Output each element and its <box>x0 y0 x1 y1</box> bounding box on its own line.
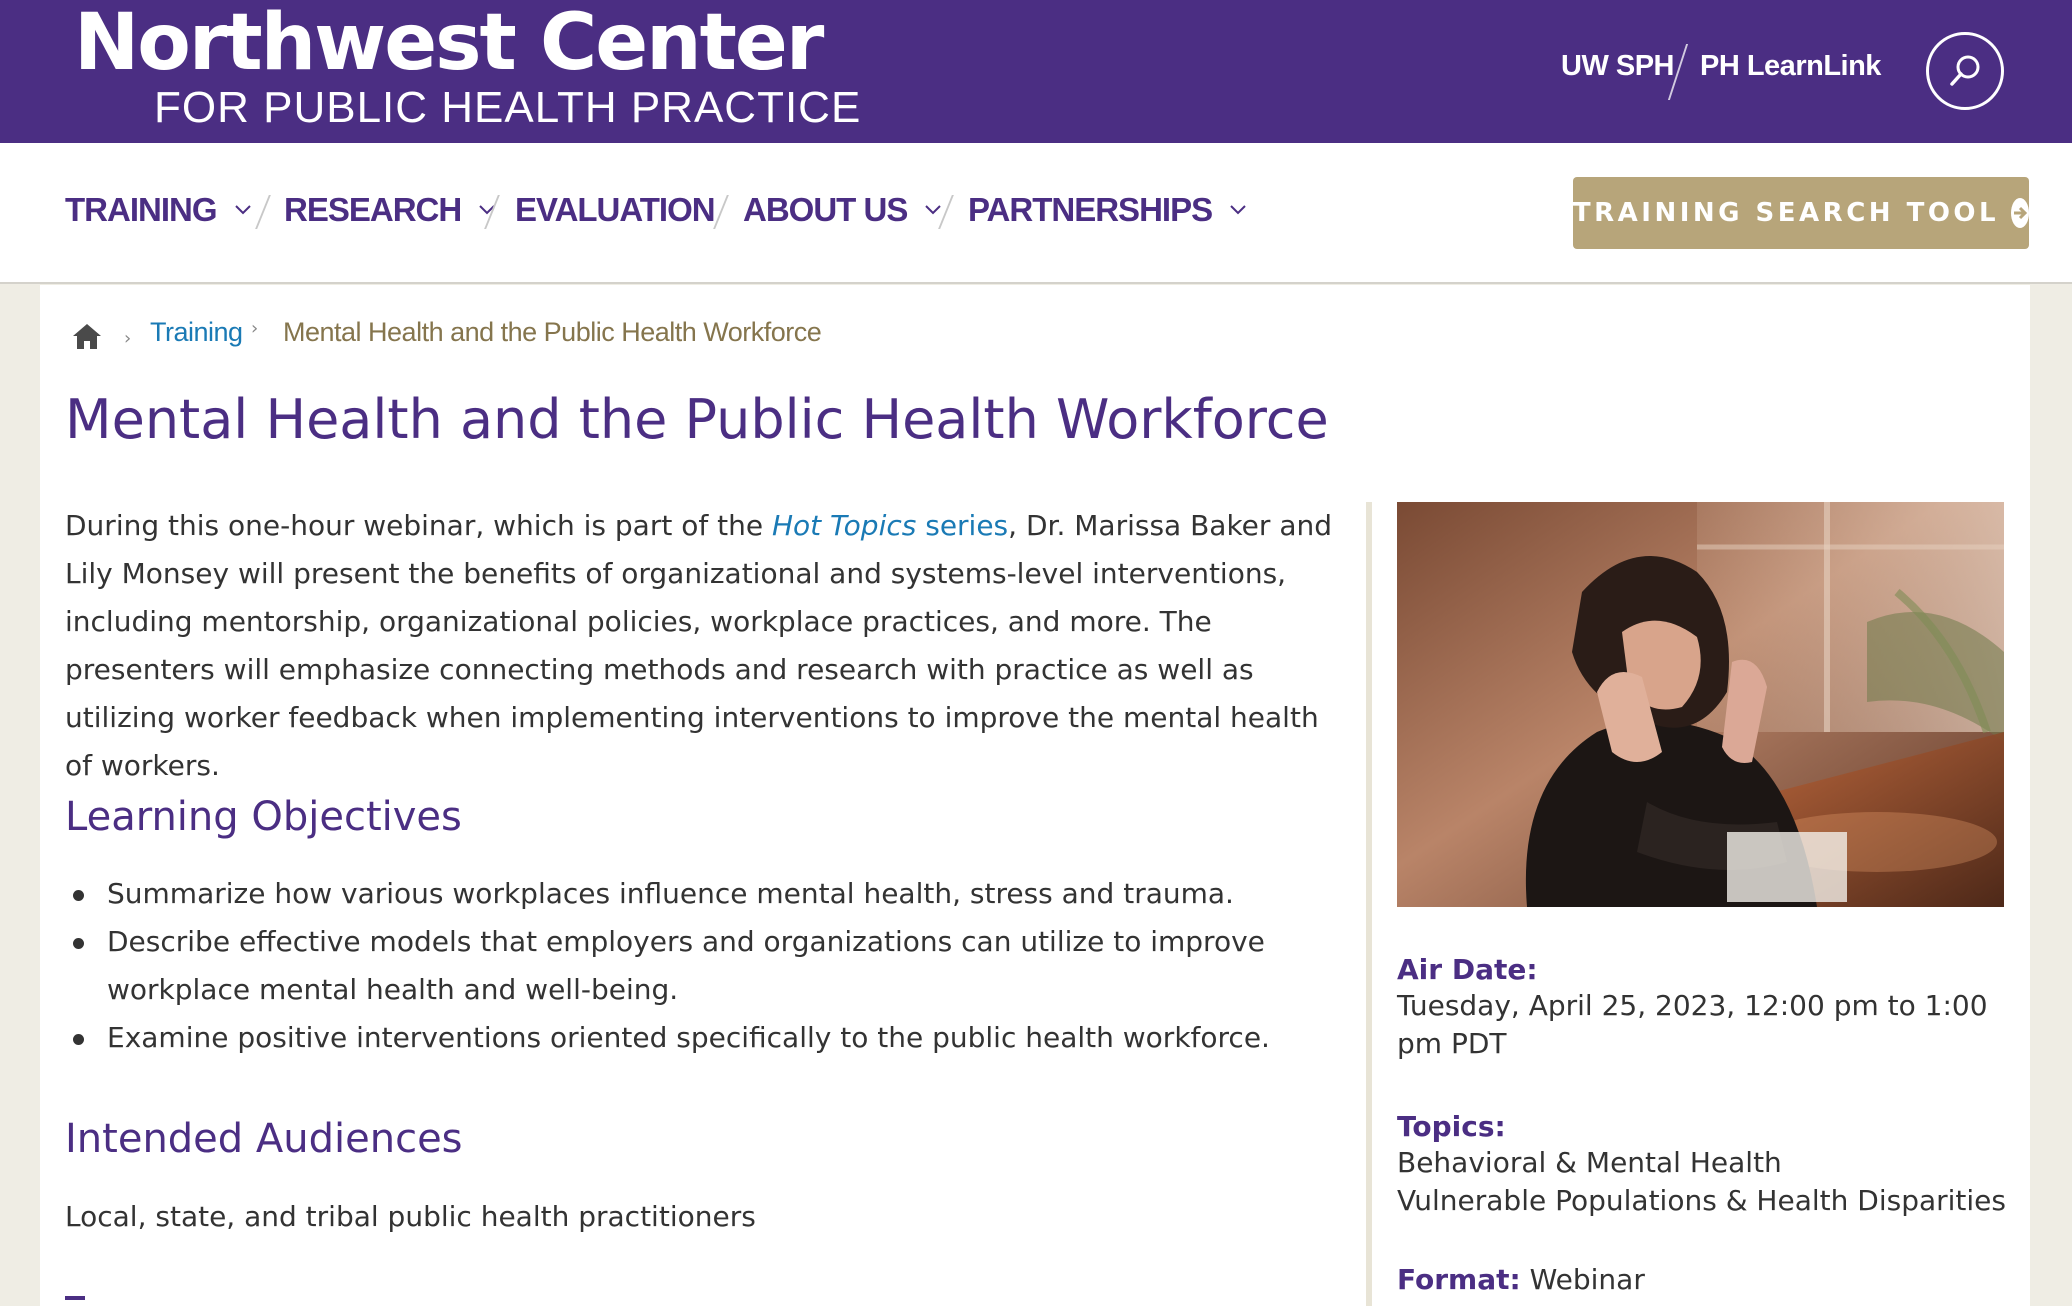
home-icon <box>73 324 101 349</box>
intended-audiences-heading: Intended Audiences <box>65 1116 463 1162</box>
sidebar-divider <box>1366 502 1372 1306</box>
learning-objectives-list: Summarize how various workplaces influen… <box>65 870 1355 1062</box>
training-search-tool-label: TRAINING SEARCH TOOL <box>1572 198 2000 228</box>
list-item: Summarize how various workplaces influen… <box>65 870 1355 918</box>
breadcrumb-current: Mental Health and the Public Health Work… <box>283 317 822 347</box>
training-search-tool-button[interactable]: TRAINING SEARCH TOOL <box>1572 177 2030 249</box>
list-item: Examine positive interventions oriented … <box>65 1014 1355 1062</box>
ph-learnlink-link[interactable]: PH LearnLink <box>1700 52 1881 81</box>
topic-item[interactable]: Behavioral & Mental Health <box>1397 1144 2017 1182</box>
nav-item-label: ABOUT US <box>743 191 908 228</box>
hot-topics-series-link[interactable]: Hot Topics series <box>772 509 1008 542</box>
topic-item[interactable]: Vulnerable Populations & Health Disparit… <box>1397 1182 2017 1220</box>
nav-item-research[interactable]: RESEARCH <box>284 193 495 226</box>
list-item: Describe effective models that employers… <box>65 918 1355 1014</box>
nav-item-label: PARTNERSHIPS <box>968 191 1213 228</box>
format-value: Webinar <box>1529 1263 1645 1296</box>
breadcrumb-training-link[interactable]: Training <box>150 316 243 348</box>
site-logo-title[interactable]: Northwest Center <box>74 4 824 82</box>
next-section-heading-partial <box>65 1296 85 1300</box>
air-date-label: Air Date: <box>1397 953 1538 986</box>
nav-item-training[interactable]: TRAINING <box>65 193 251 226</box>
breadcrumb-home-link[interactable] <box>72 322 102 354</box>
nav-item-about-us[interactable]: ABOUT US <box>743 191 942 228</box>
hot-topics-link-italic: Hot Topics <box>771 509 917 542</box>
search-icon <box>1950 55 1980 86</box>
learning-objectives-heading: Learning Objectives <box>65 794 462 840</box>
site-header: Northwest Center FOR PUBLIC HEALTH PRACT… <box>0 0 2072 143</box>
webinar-photo <box>1397 502 2004 907</box>
site-logo-subtitle[interactable]: FOR PUBLIC HEALTH PRACTICE <box>154 86 861 130</box>
air-date-value: Tuesday, April 25, 2023, 12:00 pm to 1:0… <box>1397 989 1988 1060</box>
format-label: Format: <box>1397 1263 1521 1296</box>
nav-item-evaluation[interactable]: EVALUATION <box>515 191 716 228</box>
nav-divider <box>713 195 729 229</box>
breadcrumb-chevron-icon: › <box>251 318 259 339</box>
chevron-down-icon <box>1230 204 1246 214</box>
intro-text-before: During this one-hour webinar, which is p… <box>65 509 772 542</box>
nav-item-partnerships[interactable]: PARTNERSHIPS <box>968 193 1246 226</box>
intro-paragraph: During this one-hour webinar, which is p… <box>65 502 1350 790</box>
hot-topics-link-rest: series <box>916 509 1009 542</box>
breadcrumb-chevron-icon: › <box>124 328 132 349</box>
intro-text-after: , Dr. Marissa Baker and Lily Monsey will… <box>65 509 1333 782</box>
uw-sph-link[interactable]: UW SPH <box>1561 52 1675 81</box>
nav-item-label: EVALUATION <box>515 191 716 228</box>
nav-divider <box>255 195 271 229</box>
arrow-circle-right-icon <box>2011 198 2030 228</box>
topics-label: Topics: <box>1397 1110 1506 1143</box>
page-title: Mental Health and the Public Health Work… <box>65 388 1329 451</box>
nav-item-label: TRAINING <box>65 191 217 228</box>
search-button[interactable] <box>1926 32 2004 110</box>
chevron-down-icon <box>925 204 942 214</box>
intended-audiences-text: Local, state, and tribal public health p… <box>65 1200 756 1233</box>
chevron-down-icon <box>234 204 251 214</box>
nav-item-label: RESEARCH <box>284 191 462 228</box>
format-line: Format: Webinar <box>1397 1263 1645 1297</box>
